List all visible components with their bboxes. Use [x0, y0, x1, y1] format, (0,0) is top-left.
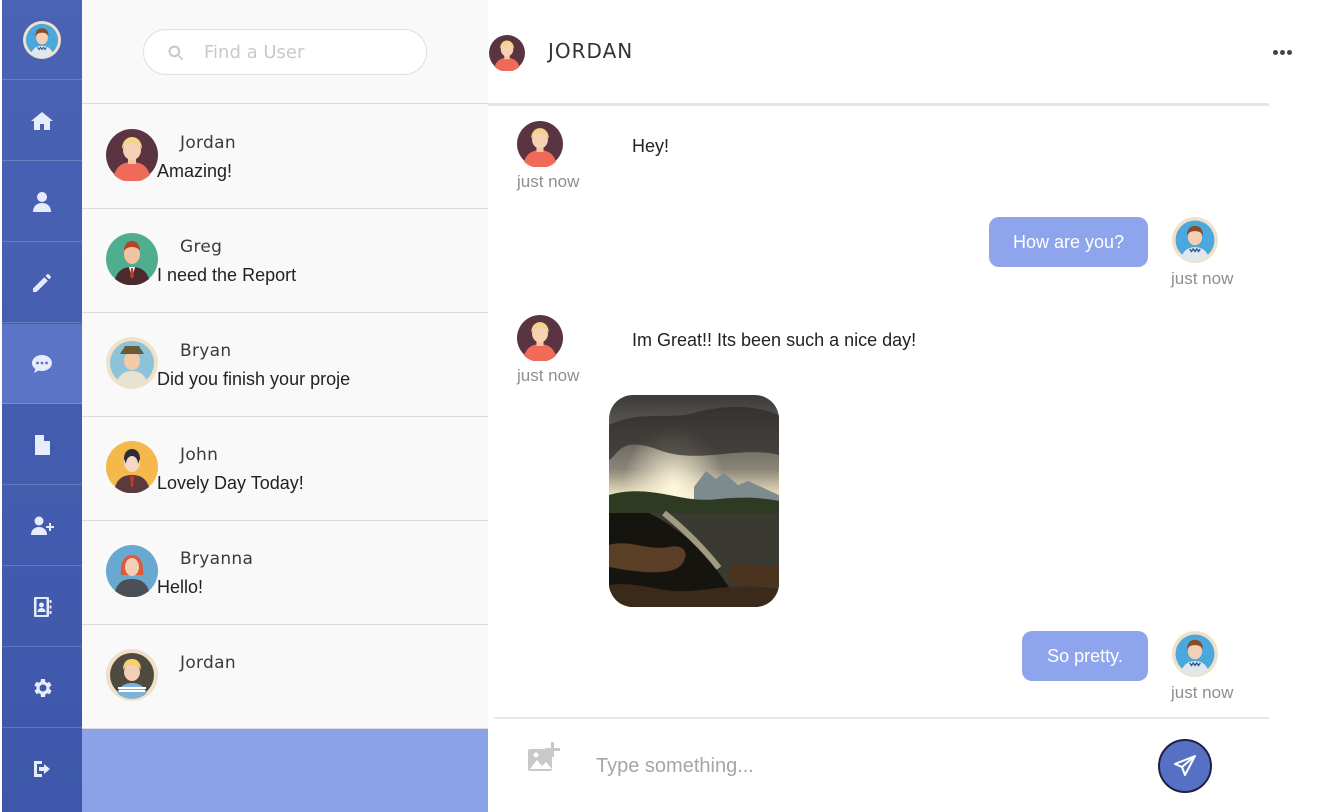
search-box[interactable]: [143, 29, 427, 75]
image-attachment[interactable]: [609, 395, 779, 607]
message-bubble: So pretty.: [1022, 631, 1148, 681]
sidebar-nav: [2, 0, 82, 812]
user-avatar: [23, 21, 61, 59]
search-icon: [168, 45, 184, 61]
message-input[interactable]: [596, 751, 1136, 781]
attach-image-button[interactable]: [526, 741, 560, 775]
nav-profile[interactable]: [2, 162, 82, 242]
message-preview: Lovely Day Today!: [157, 473, 304, 493]
contact-name: Jordan: [180, 653, 236, 673]
conversation-item[interactable]: Bryan Did you finish your proje: [82, 313, 488, 417]
conversation-item[interactable]: Bryanna Hello!: [82, 521, 488, 625]
contact-avatar: [106, 545, 158, 597]
chat-panel: JORDAN just now Hey! How are you? just n…: [488, 0, 1340, 812]
message-preview: Did you finish your proje: [157, 369, 351, 389]
message-preview: I need the Report: [157, 265, 297, 285]
pencil-icon: [33, 273, 51, 292]
nav-contacts[interactable]: [2, 567, 82, 647]
nav-add-user[interactable]: [2, 486, 82, 566]
message-preview: Hello!: [157, 577, 204, 597]
message-composer: [494, 717, 1269, 812]
my-avatar: [1172, 631, 1218, 677]
nav-settings[interactable]: [2, 648, 82, 728]
profile-avatar-button[interactable]: [2, 0, 82, 80]
contact-name: John: [180, 445, 219, 465]
nav-edit[interactable]: [2, 243, 82, 323]
message-timestamp: just now: [517, 366, 580, 385]
nav-logout[interactable]: [2, 729, 82, 809]
landscape-photo: [609, 395, 779, 607]
my-avatar: [1172, 217, 1218, 263]
contact-name: Greg: [180, 237, 223, 257]
message-timestamp: just now: [1171, 269, 1234, 288]
sender-avatar: [517, 121, 563, 167]
message-bubble: How are you?: [989, 217, 1148, 267]
add-image-icon: [528, 742, 560, 771]
message-timestamp: just now: [1171, 683, 1234, 702]
contacts-book-icon: [34, 596, 52, 617]
conversation-item[interactable]: Greg I need the Report: [82, 209, 488, 313]
add-user-icon: [31, 516, 54, 535]
conversation-item[interactable]: Jordan Amazing!: [82, 105, 488, 209]
search-input[interactable]: [204, 39, 404, 65]
contact-avatar: [106, 649, 158, 701]
message-text: Im Great!! Its been such a nice day!: [632, 330, 917, 350]
nav-documents[interactable]: [2, 405, 82, 485]
contact-avatar: [106, 441, 158, 493]
nav-messages[interactable]: [2, 324, 82, 404]
message-preview: Amazing!: [157, 161, 233, 181]
contact-name: Bryanna: [180, 549, 254, 569]
list-footer: [82, 729, 488, 812]
gear-icon: [34, 678, 52, 697]
home-icon: [31, 111, 53, 130]
contact-name: Jordan: [180, 133, 236, 153]
conversation-item[interactable]: Jordan: [82, 625, 488, 729]
chat-title: JORDAN: [548, 39, 634, 63]
logout-icon: [34, 761, 50, 777]
nav-home[interactable]: [2, 81, 82, 161]
chat-bubble-icon: [32, 354, 52, 373]
search-area: [82, 0, 488, 104]
contact-avatar: [106, 337, 158, 389]
more-options-button[interactable]: [1271, 42, 1293, 62]
user-icon: [33, 191, 51, 212]
contact-avatar: [106, 233, 158, 285]
message-text: Hey!: [632, 136, 670, 156]
document-icon: [35, 434, 50, 455]
sender-avatar: [517, 315, 563, 361]
chat-header: JORDAN: [488, 0, 1292, 106]
paper-plane-icon: [1174, 755, 1196, 776]
contact-name: Bryan: [180, 341, 232, 361]
send-button[interactable]: [1158, 739, 1212, 793]
more-dots-icon: [1272, 49, 1278, 55]
conversation-item[interactable]: John Lovely Day Today!: [82, 417, 488, 521]
conversation-list-panel: Jordan Amazing! Greg I need the Report B…: [82, 0, 488, 812]
chat-contact-avatar: [489, 35, 525, 71]
contact-avatar: [106, 129, 158, 181]
message-timestamp: just now: [517, 172, 580, 191]
